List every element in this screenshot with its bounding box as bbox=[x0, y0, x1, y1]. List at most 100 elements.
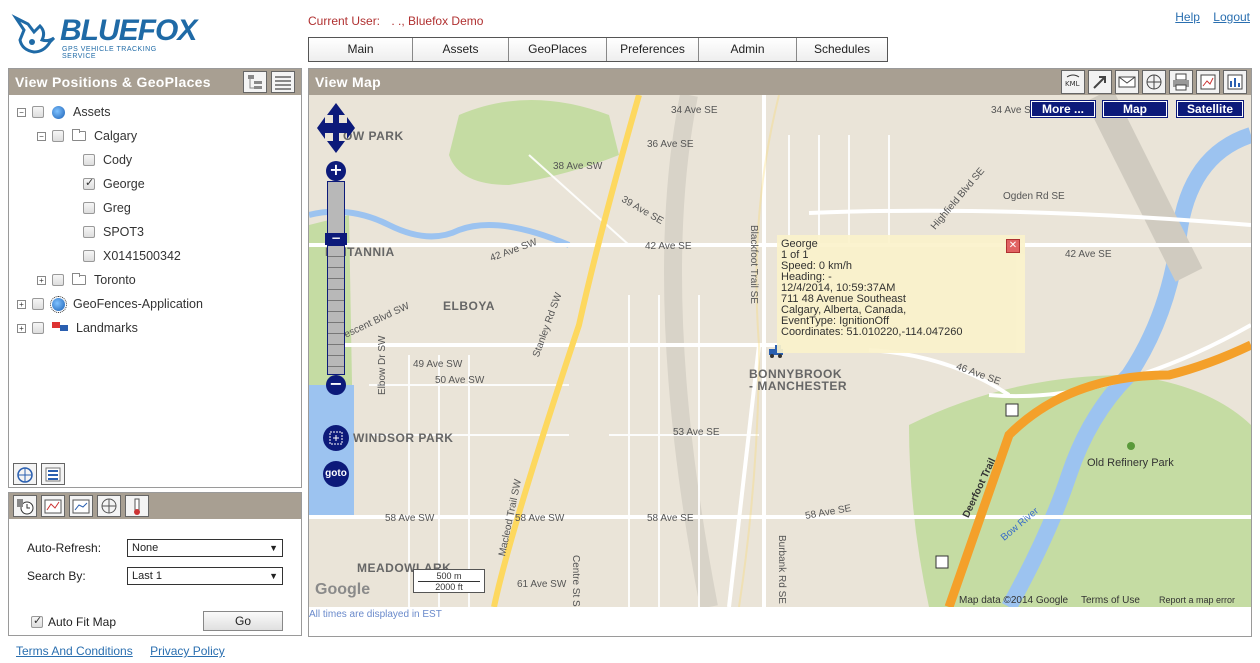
tree-node-assets[interactable]: − Assets bbox=[17, 103, 111, 121]
pan-control[interactable] bbox=[317, 103, 355, 153]
report-button[interactable] bbox=[1196, 70, 1220, 94]
tree-node-cody[interactable]: Cody bbox=[83, 151, 132, 169]
tree-node-spot3[interactable]: SPOT3 bbox=[83, 223, 144, 241]
goto-button[interactable]: goto bbox=[323, 461, 349, 487]
svg-text:KML: KML bbox=[1065, 80, 1080, 88]
chart-button-2[interactable] bbox=[69, 495, 93, 517]
map-panel: View Map KML 34 Ave SE 34 Ave SE 36 Ave … bbox=[308, 68, 1252, 637]
report-map-error-link[interactable]: Report a map error bbox=[1159, 595, 1235, 605]
map-label: 58 Ave SE bbox=[647, 513, 694, 524]
map-label: Burbank Rd SE bbox=[776, 535, 787, 604]
grid-list-icon bbox=[275, 76, 291, 90]
assets-checkbox[interactable] bbox=[32, 106, 44, 118]
globe-icon bbox=[50, 295, 67, 313]
expand-icon[interactable]: + bbox=[17, 299, 26, 309]
chart-button-1[interactable] bbox=[41, 495, 65, 517]
zoom-box-button[interactable] bbox=[323, 425, 349, 451]
tree-node-toronto[interactable]: + Toronto bbox=[37, 271, 136, 289]
search-by-label: Search By: bbox=[27, 569, 86, 583]
tree-view-button[interactable] bbox=[243, 71, 267, 93]
tab-preferences[interactable]: Preferences bbox=[607, 38, 699, 61]
stats-button[interactable] bbox=[1223, 70, 1247, 94]
toronto-checkbox[interactable] bbox=[52, 274, 64, 286]
bar-chart-icon bbox=[1227, 74, 1243, 90]
tree-node-calgary[interactable]: − Calgary bbox=[37, 127, 137, 145]
geofences-checkbox[interactable] bbox=[32, 298, 44, 310]
tab-assets[interactable]: Assets bbox=[413, 38, 509, 61]
terms-link[interactable]: Terms And Conditions bbox=[16, 644, 133, 658]
landmarks-checkbox[interactable] bbox=[32, 322, 44, 334]
expand-icon[interactable]: + bbox=[17, 323, 26, 333]
search-by-select[interactable]: Last 1 ▼ bbox=[127, 567, 283, 585]
cody-checkbox[interactable] bbox=[83, 154, 95, 166]
george-checkbox[interactable] bbox=[83, 176, 95, 190]
map-label: 42 Ave SE bbox=[645, 241, 692, 252]
envelope-icon bbox=[1118, 76, 1136, 88]
directions-button[interactable] bbox=[1088, 70, 1112, 94]
tree-label: X0141500342 bbox=[103, 249, 181, 263]
logout-link[interactable]: Logout bbox=[1213, 10, 1250, 24]
chart-icon bbox=[72, 499, 90, 514]
map-type-satellite-button[interactable]: Satellite bbox=[1176, 100, 1244, 118]
privacy-link[interactable]: Privacy Policy bbox=[150, 644, 225, 658]
tree-label: Cody bbox=[103, 153, 133, 167]
thermometer-icon bbox=[134, 498, 140, 515]
zoom-slider-handle[interactable]: − bbox=[325, 232, 347, 245]
kml-button[interactable]: KML bbox=[1061, 70, 1085, 94]
current-user: Current User: . ., Bluefox Demo bbox=[308, 14, 483, 28]
tab-geoplaces[interactable]: GeoPlaces bbox=[509, 38, 607, 61]
fox-logo-icon bbox=[11, 14, 56, 54]
tab-main[interactable]: Main bbox=[309, 38, 413, 61]
list-view-button[interactable] bbox=[271, 71, 295, 93]
collapse-icon[interactable]: − bbox=[37, 131, 46, 141]
list-report-button[interactable] bbox=[41, 463, 65, 485]
go-button[interactable]: Go bbox=[203, 611, 283, 631]
list-report-icon bbox=[45, 467, 61, 482]
email-button[interactable] bbox=[1115, 70, 1139, 94]
arrow-icon bbox=[1093, 76, 1106, 89]
history-button[interactable] bbox=[13, 495, 37, 517]
map-label: 50 Ave SW bbox=[435, 375, 485, 386]
scale-bar: 500 m 2000 ft bbox=[413, 569, 485, 593]
x0141500342-checkbox[interactable] bbox=[83, 250, 95, 262]
print-button[interactable] bbox=[1169, 70, 1193, 94]
tree-node-greg[interactable]: Greg bbox=[83, 199, 131, 217]
google-logo: Google bbox=[315, 581, 371, 598]
expand-icon[interactable]: + bbox=[37, 275, 46, 285]
tree-node-x0141500342[interactable]: X0141500342 bbox=[83, 247, 181, 265]
thermometer-button[interactable] bbox=[125, 495, 149, 517]
main-nav: Main Assets GeoPlaces Preferences Admin … bbox=[308, 37, 888, 62]
map-globe-button[interactable] bbox=[13, 463, 37, 485]
search-by-value: Last 1 bbox=[132, 570, 162, 582]
map-label: 36 Ave SE bbox=[647, 139, 694, 150]
auto-fit-checkbox[interactable] bbox=[31, 614, 43, 628]
auto-fit-map[interactable]: Auto Fit Map bbox=[31, 614, 116, 629]
zoom-out-button[interactable]: − bbox=[326, 375, 346, 395]
globe-button[interactable] bbox=[97, 495, 121, 517]
tab-schedules[interactable]: Schedules bbox=[797, 38, 887, 61]
collapse-icon[interactable]: − bbox=[17, 107, 26, 117]
zoom-in-button[interactable]: + bbox=[326, 161, 346, 181]
map-canvas[interactable]: 34 Ave SE 34 Ave SE 36 Ave SE 38 Ave SW … bbox=[309, 95, 1251, 607]
auto-refresh-select[interactable]: None ▼ bbox=[127, 539, 283, 557]
greg-checkbox[interactable] bbox=[83, 202, 95, 214]
terms-of-use-link[interactable]: Terms of Use bbox=[1081, 595, 1140, 606]
tree-node-geofences[interactable]: + GeoFences-Application bbox=[17, 295, 203, 313]
popup-asset-name: George bbox=[781, 238, 818, 250]
map-label: ELBOYA bbox=[443, 299, 495, 313]
map-type-more-button[interactable]: More ... bbox=[1030, 100, 1096, 118]
tab-admin[interactable]: Admin bbox=[699, 38, 797, 61]
map-label: 34 Ave SE bbox=[671, 105, 718, 116]
map-label: Ogden Rd SE bbox=[1003, 191, 1065, 202]
zoom-slider-track[interactable] bbox=[327, 245, 345, 375]
close-icon[interactable]: ✕ bbox=[1006, 239, 1020, 253]
report-chart-icon bbox=[1200, 74, 1216, 90]
help-link[interactable]: Help bbox=[1175, 10, 1200, 24]
calgary-checkbox[interactable] bbox=[52, 130, 64, 142]
map-type-map-button[interactable]: Map bbox=[1102, 100, 1168, 118]
tree-node-landmarks[interactable]: + Landmarks bbox=[17, 319, 138, 337]
tree-node-george[interactable]: George bbox=[83, 175, 145, 193]
map-label: 61 Ave SW bbox=[517, 579, 567, 590]
spot3-checkbox[interactable] bbox=[83, 226, 95, 238]
globe-view-button[interactable] bbox=[1142, 70, 1166, 94]
